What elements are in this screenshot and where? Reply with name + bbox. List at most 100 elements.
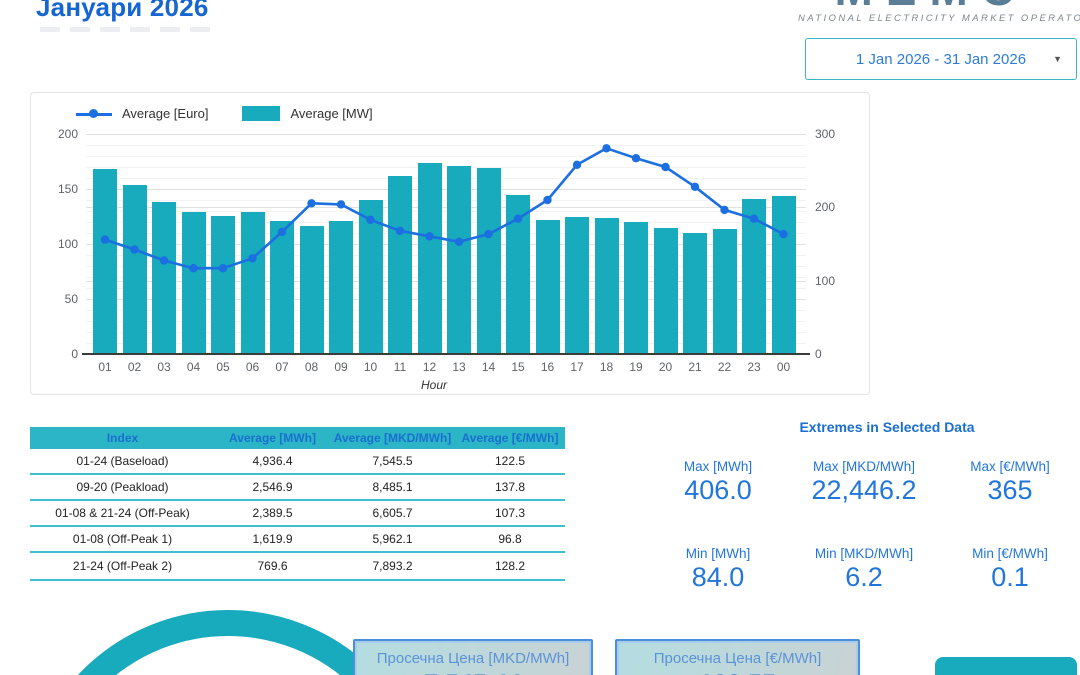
index-averages-table: Index Average [MWh] Average [MKD/MWh] Avera…	[30, 427, 565, 581]
table-cell: 7,545.5	[372, 454, 413, 468]
x-axis-tick: 11	[393, 360, 407, 374]
date-range-dropdown[interactable]: 1 Jan 2026 - 31 Jan 2026 ▼	[805, 38, 1077, 80]
y-axis-tick-right: 100	[815, 273, 836, 288]
chevron-down-icon: ▼	[1053, 54, 1062, 64]
x-axis-tick: 09	[334, 360, 348, 374]
chart-card: Average [Euro] Average [MW] 0 50 100 150 200…	[30, 92, 870, 395]
extreme-stat: Max [MWh] 406.0	[645, 459, 791, 506]
x-axis-tick: 12	[422, 360, 437, 374]
extreme-stat: Min [MKD/MWh] 6.2	[791, 546, 937, 593]
x-axis-tick: 23	[747, 360, 761, 374]
y-axis-tick-left: 200	[57, 127, 78, 141]
table-cell: 5,962.1	[372, 532, 413, 546]
line-series-icon	[76, 108, 112, 120]
extreme-label: Min [MWh]	[685, 546, 751, 561]
table-row: 01-08 & 21-24 (Off-Peak) 2,389.5 6,605.7 10…	[30, 501, 565, 527]
x-axis-tick: 05	[216, 360, 230, 374]
chart-legend: Average [Euro] Average [MW]	[76, 106, 373, 121]
plot-area: 0 50 100 150 200 0 100 200 300 01 02 03 04 05 06 07 08 09…	[58, 127, 835, 374]
line-point-hour-03	[159, 256, 169, 265]
x-axis-tick: 21	[688, 360, 702, 374]
x-axis-tick: 17	[570, 360, 584, 374]
extreme-label: Max [€/MWh]	[970, 459, 1050, 474]
table-cell: 769.6	[257, 559, 288, 573]
extreme-value: 365	[987, 475, 1033, 505]
y-axis-tick-left: 50	[64, 292, 78, 306]
table-cell: 96.8	[498, 532, 522, 546]
line-point-hour-18	[602, 144, 611, 153]
date-range-value: 1 Jan 2026 - 31 Jan 2026	[855, 50, 1027, 68]
table-cell: 21-24 (Off-Peak 2)	[72, 559, 173, 573]
x-axis-tick: 14	[481, 360, 496, 374]
extreme-stat: Min [MWh] 84.0	[645, 546, 791, 593]
line-point-hour-10	[366, 215, 375, 224]
x-axis-tick: 10	[363, 360, 378, 374]
logo: MEMO NATIONAL ELECTRICITY MARKET OPERATO…	[798, 0, 1080, 24]
extreme-stat: Max [MKD/MWh] 22,446.2	[791, 459, 937, 506]
extremes-title: Extremes in Selected Data	[799, 419, 975, 435]
line-point-hour-02	[130, 245, 139, 254]
line-point-hour-04	[189, 264, 198, 273]
line-point-hour-16	[543, 195, 552, 205]
x-axis-tick: 15	[511, 360, 525, 374]
x-axis-tick: 04	[186, 360, 201, 374]
table-header-cell: Average [MWh]	[229, 431, 316, 445]
logo-mark: MEMO	[798, 0, 1066, 11]
x-axis-tick: 22	[717, 360, 732, 374]
line-point-hour-09	[336, 200, 346, 209]
table-cell: 01-24 (Baseload)	[76, 454, 169, 468]
action-button[interactable]	[935, 657, 1077, 675]
x-axis-tick: 18	[599, 360, 614, 374]
y-axis-tick-left: 100	[57, 237, 78, 251]
table-cell: 01-08 & 21-24 (Off-Peak)	[55, 506, 190, 520]
kpi-label: Просечна Цена [€/MWh]	[653, 650, 822, 667]
line-point-hour-14	[484, 229, 493, 239]
table-cell: 6,605.7	[372, 506, 413, 520]
table-cell: 107.3	[494, 506, 526, 520]
y-axis-tick-right: 0	[815, 347, 822, 361]
line-point-hour-11	[395, 226, 405, 235]
extremes-max-row: Max [MWh] 406.0 Max [MKD/MWh] 22,446.2 Max […	[645, 459, 1080, 506]
y-axis-tick-right: 200	[815, 200, 836, 215]
line-point-hour-07	[277, 227, 287, 237]
legend-label-mw[interactable]: Average [MW]	[290, 106, 372, 121]
kpi-value: 122.55	[617, 670, 858, 675]
extreme-label: Min [MKD/MWh]	[814, 546, 914, 561]
extreme-value: 22,446.2	[811, 475, 917, 505]
x-axis-tick: 02	[127, 360, 142, 374]
line-point-hour-23	[749, 214, 759, 223]
table-row: 09-20 (Peakload) 2,546.9 8,485.1 137.8	[30, 475, 565, 501]
page-title: Јануари 2026	[36, 0, 209, 22]
line-point-hour-21	[690, 182, 700, 191]
table-row: 21-24 (Off-Peak 2) 769.6 7,893.2 128.2	[30, 553, 565, 579]
title-ghost-underline	[40, 27, 210, 32]
table-header-row: Index Average [MWh] Average [MKD/MWh] Avera…	[30, 427, 565, 449]
y-axis-tick-left: 0	[71, 347, 78, 361]
extreme-stat: Min [€/MWh] 0.1	[937, 546, 1080, 593]
table-header-cell: Average [MKD/MWh]	[333, 431, 452, 445]
extreme-value: 6.2	[845, 562, 883, 592]
x-axis-tick: 06	[245, 360, 260, 374]
line-point-hour-08	[307, 199, 316, 208]
table-cell: 01-08 (Off-Peak 1)	[72, 532, 173, 546]
kpi-value: 7,545.44	[355, 670, 591, 675]
table-cell: 2,389.5	[252, 506, 293, 520]
x-axis-tick: 20	[658, 360, 673, 374]
line-series	[100, 144, 788, 273]
table-body: 01-24 (Baseload) 4,936.4 7,545.5 122.5 09-20…	[30, 449, 565, 579]
line-point-hour-05	[218, 264, 228, 273]
legend-label-euro[interactable]: Average [Euro]	[122, 106, 208, 121]
table-cell: 137.8	[494, 480, 526, 494]
table-row: 01-24 (Baseload) 4,936.4 7,545.5 122.5	[30, 449, 565, 475]
table-header-cell: Index	[106, 431, 139, 445]
table-cell: 09-20 (Peakload)	[76, 480, 169, 494]
x-axis-tick: 13	[452, 360, 466, 374]
line-point-hour-06	[248, 254, 257, 263]
table-header-cell: Average [€/MWh]	[461, 431, 559, 445]
x-axis-tick: 19	[629, 360, 643, 374]
table-row: 01-08 (Off-Peak 1) 1,619.9 5,962.1 96.8	[30, 527, 565, 553]
line-point-hour-00	[779, 229, 788, 239]
bar-series-icon	[242, 106, 281, 121]
extreme-label: Max [MKD/MWh]	[812, 459, 915, 474]
extreme-value: 0.1	[991, 562, 1029, 592]
